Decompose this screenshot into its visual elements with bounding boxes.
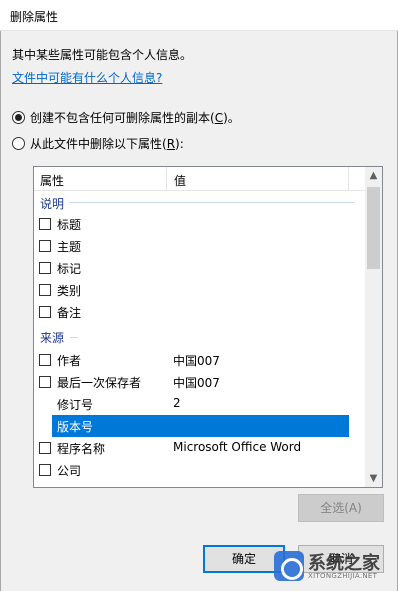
column-divider[interactable] <box>348 167 349 191</box>
item-checkbox[interactable] <box>39 262 51 274</box>
personal-info-link[interactable]: 文件中可能有什么个人信息? <box>12 69 162 86</box>
item-checkbox[interactable] <box>39 284 51 296</box>
list-item[interactable]: 作者 中国007 <box>34 349 366 371</box>
item-name: 标记 <box>57 262 82 276</box>
item-value: Microsoft Office Word <box>173 440 302 454</box>
window-border-left <box>0 31 1 591</box>
radio-remove-properties-label: 从此文件中删除以下属性(R): <box>30 137 184 151</box>
list-item[interactable]: 最后一次保存者 中国007 <box>34 371 366 393</box>
list-item[interactable]: 公司 <box>34 459 366 481</box>
list-scrollbar[interactable]: ▲ ▼ <box>365 167 382 487</box>
list-item[interactable]: 修订号 2 <box>34 393 366 415</box>
item-checkbox[interactable] <box>39 376 51 388</box>
scroll-down-icon[interactable]: ▼ <box>365 470 382 487</box>
list-item[interactable]: 程序名称 Microsoft Office Word <box>34 437 366 459</box>
site-watermark: 系统之家 XITONGZHIJIA.NET <box>274 549 392 585</box>
window-title: 删除属性 <box>10 10 59 24</box>
item-checkbox[interactable] <box>39 442 51 454</box>
item-checkbox[interactable] <box>39 306 51 318</box>
item-name: 版本号 <box>57 420 94 434</box>
list-item[interactable]: 标记 <box>34 257 366 279</box>
list-item[interactable]: 备注 <box>34 301 366 323</box>
list-item[interactable]: 主题 <box>34 235 366 257</box>
property-list[interactable]: 属性 值 说明 标题 主题 标记 类别 备注 来源 作者 中国007 最后一次保… <box>33 166 383 488</box>
column-header-property[interactable]: 属性 <box>40 172 64 189</box>
ok-button[interactable]: 确定 <box>203 545 285 573</box>
group-header-origin: 来源 <box>40 331 65 345</box>
item-name: 作者 <box>57 354 82 368</box>
item-checkbox[interactable] <box>39 240 51 252</box>
list-header: 属性 值 <box>34 167 366 191</box>
select-all-button[interactable]: 全选(A) <box>298 494 384 522</box>
item-checkbox[interactable] <box>39 354 51 366</box>
item-name: 备注 <box>57 306 82 320</box>
watermark-subtext: XITONGZHIJIA.NET <box>308 572 378 580</box>
item-value: 2 <box>173 396 181 410</box>
radio-create-copy-label: 创建不包含任何可删除属性的副本(C)。 <box>30 111 240 125</box>
list-item-selected[interactable]: 版本号 <box>34 415 366 437</box>
group-divider <box>70 202 354 203</box>
item-name: 主题 <box>57 240 82 254</box>
scrollbar-thumb[interactable] <box>367 187 380 269</box>
radio-create-copy-indicator[interactable] <box>12 111 25 124</box>
group-divider <box>70 337 78 338</box>
watermark-logo-icon <box>274 551 304 581</box>
item-name: 最后一次保存者 <box>57 376 142 390</box>
list-item[interactable]: 类别 <box>34 279 366 301</box>
item-checkbox[interactable] <box>39 464 51 476</box>
radio-create-copy[interactable]: 创建不包含任何可删除属性的副本(C)。 <box>12 109 240 126</box>
list-item[interactable]: 标题 <box>34 213 366 235</box>
item-value: 中国007 <box>173 376 220 390</box>
item-value: 中国007 <box>173 354 220 368</box>
intro-text: 其中某些属性可能包含个人信息。 <box>12 48 193 62</box>
scroll-up-icon[interactable]: ▲ <box>365 167 382 184</box>
radio-remove-properties[interactable]: 从此文件中删除以下属性(R): <box>12 135 184 152</box>
item-name: 公司 <box>57 464 82 478</box>
item-checkbox[interactable] <box>39 218 51 230</box>
item-name: 修订号 <box>57 398 94 412</box>
item-name: 标题 <box>57 218 82 232</box>
column-header-value[interactable]: 值 <box>174 172 186 189</box>
radio-remove-properties-indicator[interactable] <box>12 137 25 150</box>
column-divider[interactable] <box>166 167 167 191</box>
selection-highlight <box>52 415 349 437</box>
item-name: 类别 <box>57 284 82 298</box>
group-header-description: 说明 <box>40 197 65 211</box>
title-bar: 删除属性 <box>0 0 398 31</box>
item-name: 程序名称 <box>57 442 106 456</box>
